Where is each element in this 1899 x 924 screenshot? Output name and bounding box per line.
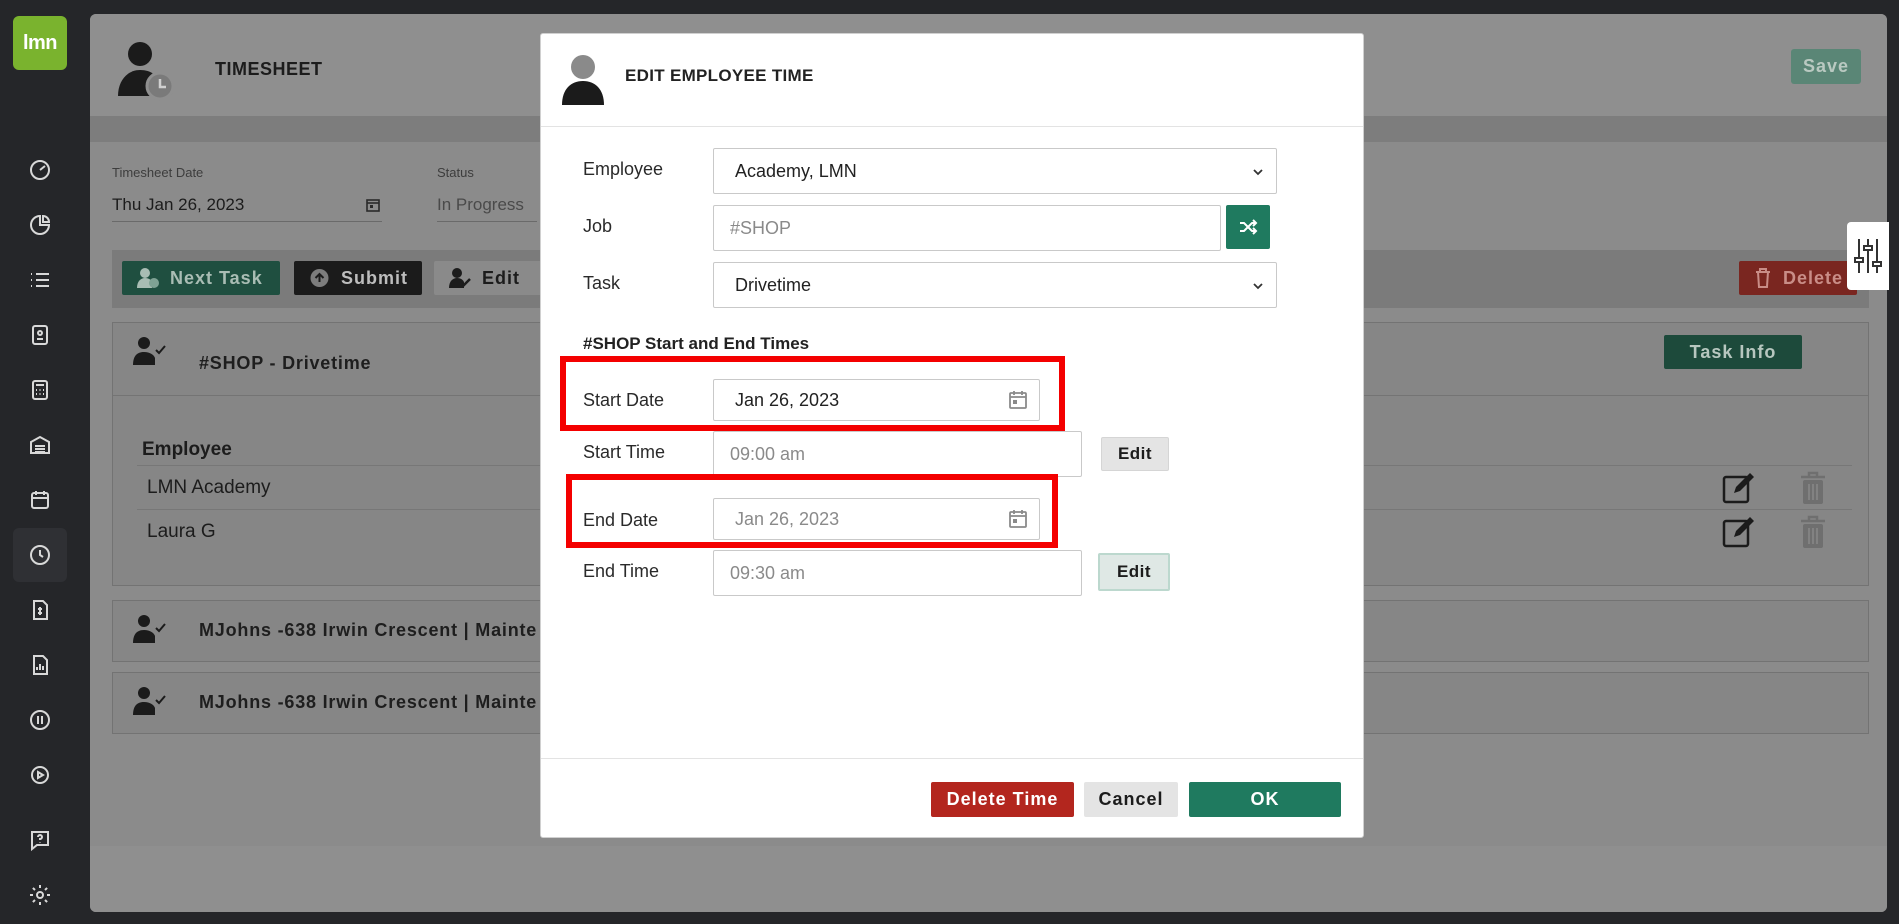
clock-icon[interactable]	[13, 528, 67, 582]
warehouse-icon[interactable]	[13, 418, 67, 472]
start-time-value: 09:00 am	[730, 443, 806, 464]
timesheet-date-value[interactable]: Thu Jan 26, 2023	[112, 195, 244, 215]
employee-select-value: Academy, LMN	[735, 160, 857, 181]
employee-name: Laura G	[147, 521, 216, 542]
end-time-edit-button[interactable]: Edit	[1098, 553, 1170, 591]
delete-button[interactable]: Delete	[1739, 261, 1857, 295]
upload-circle-icon	[310, 269, 329, 287]
help-icon[interactable]	[13, 813, 67, 867]
delete-label: Delete	[1782, 267, 1843, 288]
end-date-label: End Date	[583, 510, 659, 530]
edit-dropdown-button[interactable]: Edit	[434, 261, 554, 295]
shuffle-icon	[1240, 219, 1258, 235]
user-check-icon	[133, 337, 166, 365]
modal-title: EDIT EMPLOYEE TIME	[625, 66, 814, 85]
user-clock-icon	[137, 268, 159, 288]
submit-label: Submit	[341, 267, 408, 288]
timesheet-user-icon	[118, 42, 175, 101]
trash-icon[interactable]	[1799, 515, 1827, 549]
modal-footer-divider	[541, 758, 1363, 759]
calendar-icon[interactable]	[13, 473, 67, 527]
start-date-value: Jan 26, 2023	[735, 389, 840, 410]
end-date-input[interactable]: Jan 26, 2023	[713, 498, 1040, 540]
dashboard-icon[interactable]	[13, 143, 67, 197]
task-title[interactable]: MJohns -638 Irwin Crescent | Mainte	[199, 620, 537, 641]
task-title[interactable]: #SHOP - Drivetime	[199, 353, 371, 374]
task-select-value: Drivetime	[735, 274, 812, 295]
timesheet-date-label: Timesheet Date	[112, 165, 204, 180]
start-time-label: Start Time	[583, 442, 666, 462]
user-edit-icon	[449, 268, 471, 288]
job-input[interactable]: #SHOP	[713, 205, 1221, 251]
modal-header: EDIT EMPLOYEE TIME	[541, 34, 1363, 127]
employee-select[interactable]: Academy, LMN	[713, 148, 1277, 194]
status-underline	[437, 221, 537, 222]
submit-button[interactable]: Submit	[294, 261, 422, 295]
chevron-down-icon	[1253, 169, 1263, 176]
contacts-icon[interactable]	[13, 308, 67, 362]
edit-icon[interactable]	[1722, 515, 1756, 549]
cancel-button[interactable]: Cancel	[1084, 782, 1178, 817]
page-title: TIMESHEET	[215, 59, 323, 79]
save-button[interactable]: Save	[1791, 49, 1861, 84]
next-task-button[interactable]: Next Task	[122, 261, 280, 295]
pie-chart-icon[interactable]	[13, 198, 67, 252]
task-info-button[interactable]: Task Info	[1664, 335, 1802, 369]
task-title[interactable]: MJohns -638 Irwin Crescent | Mainte	[199, 692, 537, 713]
list-icon[interactable]	[13, 253, 67, 307]
job-label: Job	[583, 216, 613, 236]
start-date-label: Start Date	[583, 390, 665, 410]
end-time-value: 09:30 am	[730, 562, 806, 583]
app-logo[interactable]: lmn	[13, 16, 67, 70]
status-label: Status	[437, 165, 474, 180]
trash-icon	[1755, 268, 1770, 288]
edit-icon[interactable]	[1722, 471, 1756, 505]
edit-employee-time-modal: EDIT EMPLOYEE TIME Employee Academy, LMN…	[540, 33, 1364, 838]
task-label: Task	[583, 273, 621, 293]
sliders-icon	[1854, 239, 1882, 273]
chevron-down-icon	[1253, 283, 1263, 290]
play-icon[interactable]	[13, 748, 67, 802]
calculator-icon[interactable]	[13, 363, 67, 417]
start-date-input[interactable]: Jan 26, 2023	[713, 379, 1040, 421]
calendar-icon	[1009, 391, 1027, 409]
edit-label: Edit	[482, 267, 520, 288]
trash-icon[interactable]	[1799, 471, 1827, 505]
user-check-icon	[133, 615, 166, 643]
page-footer	[90, 846, 1887, 912]
times-section-title: #SHOP Start and End Times	[583, 334, 810, 353]
logo-text: lmn	[22, 31, 58, 54]
employee-label: Employee	[583, 159, 664, 179]
end-date-value: Jan 26, 2023	[735, 508, 840, 529]
end-time-input[interactable]: 09:30 am	[713, 550, 1082, 596]
start-time-edit-button[interactable]: Edit	[1101, 437, 1169, 471]
next-task-label: Next Task	[170, 267, 263, 288]
ok-button[interactable]: OK	[1189, 782, 1341, 817]
filter-panel-tab[interactable]	[1847, 222, 1889, 290]
shuffle-job-button[interactable]	[1226, 205, 1270, 249]
sidebar: lmn	[0, 0, 80, 924]
employee-header: Employee	[142, 439, 232, 460]
date-underline	[112, 221, 382, 222]
calendar-icon	[1009, 510, 1027, 528]
status-value: In Progress	[437, 195, 524, 214]
delete-time-button[interactable]: Delete Time	[931, 782, 1074, 817]
gear-icon[interactable]	[13, 868, 67, 922]
job-input-placeholder: #SHOP	[730, 217, 792, 238]
report-icon[interactable]	[13, 638, 67, 692]
start-time-input[interactable]: 09:00 am	[713, 431, 1082, 477]
quickbooks-icon[interactable]	[13, 693, 67, 747]
invoice-icon[interactable]	[13, 583, 67, 637]
end-time-label: End Time	[583, 561, 660, 581]
user-avatar-icon	[562, 55, 604, 105]
user-check-icon	[133, 687, 166, 715]
task-select[interactable]: Drivetime	[713, 262, 1277, 308]
employee-name: LMN Academy	[147, 477, 271, 498]
calendar-icon[interactable]	[365, 197, 381, 213]
